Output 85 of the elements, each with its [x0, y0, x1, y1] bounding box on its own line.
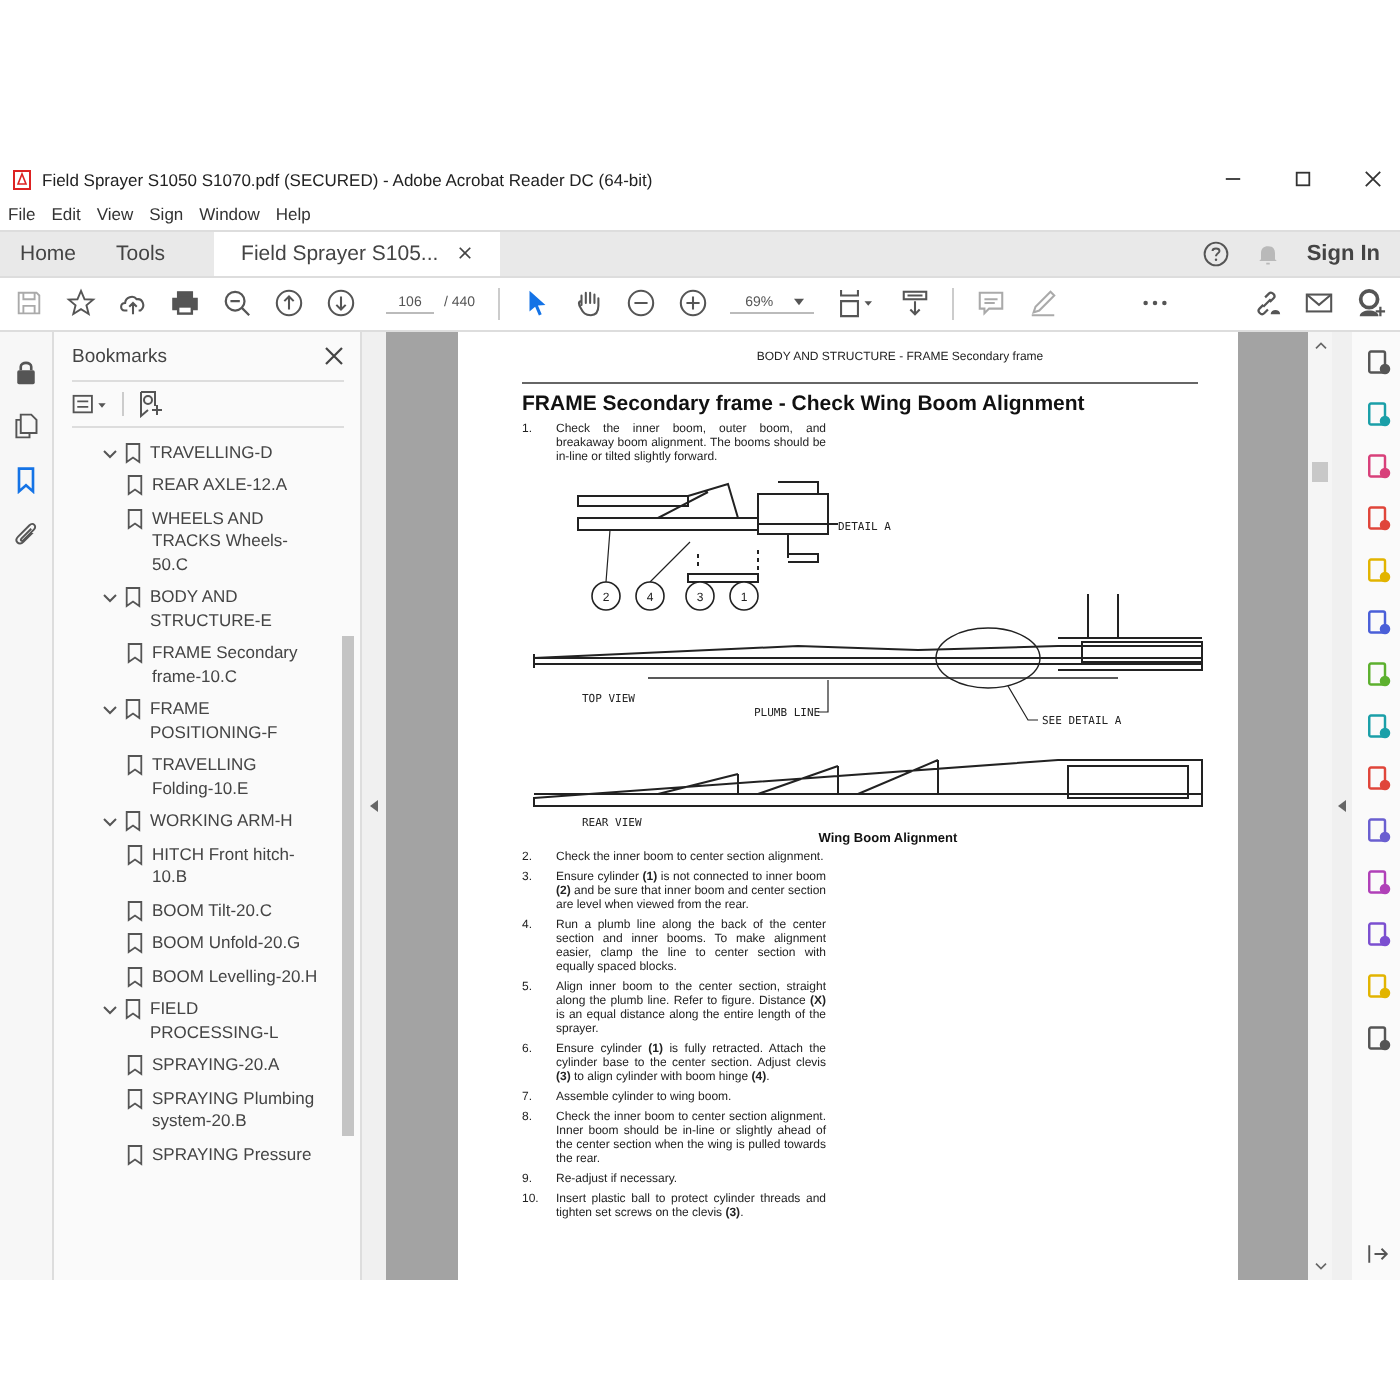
collapse-arrow-icon[interactable]	[1338, 800, 1346, 812]
bookmark-icon	[126, 507, 144, 529]
add-user-icon[interactable]	[1356, 288, 1387, 319]
chevron-icon[interactable]	[102, 590, 118, 606]
zoom-out-circle-icon[interactable]	[625, 288, 656, 319]
options-menu-icon[interactable]	[72, 393, 110, 415]
star-icon[interactable]	[66, 288, 96, 319]
pdf-file-icon	[12, 169, 32, 190]
bookmark-item[interactable]: FRAME Secondary frame-10.C	[126, 642, 318, 688]
menu-item[interactable]: View	[96, 204, 134, 225]
chevron-icon[interactable]	[102, 702, 118, 718]
document-icon[interactable]	[1363, 868, 1391, 896]
bookmark-item[interactable]: WHEELS AND TRACKS Wheels-50.C	[126, 507, 318, 576]
scrollbar[interactable]	[1308, 332, 1332, 1280]
tab[interactable]: Tools	[96, 231, 186, 276]
scroll-mode-icon[interactable]	[899, 288, 930, 319]
bookmark-icon	[124, 810, 142, 832]
help-icon[interactable]	[1202, 239, 1231, 268]
print-icon[interactable]	[170, 288, 200, 319]
bookmark-item[interactable]: TRAVELLING Folding-10.E	[126, 754, 318, 800]
pages-icon[interactable]	[12, 412, 40, 440]
bookmark-item[interactable]: BODY AND STRUCTURE-E	[124, 586, 320, 632]
bookmark-icon	[126, 1143, 144, 1165]
sign-in-button[interactable]: Sign In	[1298, 231, 1400, 276]
close-icon[interactable]	[324, 346, 344, 366]
zoom-in-circle-icon[interactable]	[677, 288, 708, 319]
bookmark-icon	[126, 965, 144, 987]
bookmark-icon[interactable]	[12, 466, 40, 494]
bookmark-icon	[126, 899, 144, 921]
menu-item[interactable]: Help	[275, 204, 311, 225]
tab[interactable]: Field Sprayer S105...	[213, 231, 501, 276]
panel-title: Bookmarks	[72, 345, 168, 367]
hand-icon[interactable]	[573, 288, 604, 319]
bookmark-item[interactable]: WORKING ARM-H	[124, 810, 320, 833]
paperclip-icon[interactable]	[12, 520, 40, 548]
bookmark-search-icon[interactable]	[136, 390, 164, 418]
menu-item[interactable]: Sign	[149, 204, 184, 225]
zoom-out-icon[interactable]	[222, 288, 252, 319]
bookmark-icon	[126, 1054, 144, 1076]
page-heading: FRAME Secondary frame - Check Wing Boom Alignment	[522, 392, 1087, 416]
chevron-icon[interactable]	[102, 814, 118, 830]
bookmark-icon	[124, 998, 142, 1020]
menu-item[interactable]: Window	[199, 204, 260, 225]
bookmark-item[interactable]: BOOM Tilt-20.C	[126, 899, 318, 922]
bookmark-item[interactable]: REAR AXLE-12.A	[126, 474, 318, 497]
bookmark-item[interactable]: SPRAYING Plumbing system-20.B	[126, 1087, 318, 1133]
scrollbar-thumb[interactable]	[1312, 462, 1328, 482]
bookmark-icon	[126, 932, 144, 954]
previous-page-icon[interactable]	[274, 288, 304, 319]
share-link-icon[interactable]	[1252, 288, 1283, 319]
bookmark-item[interactable]: SPRAYING-20.A	[126, 1054, 318, 1077]
bookmark-icon	[124, 698, 142, 720]
bookmark-icon	[126, 474, 144, 496]
chevron-icon[interactable]	[102, 445, 118, 461]
bookmark-item[interactable]: BOOM Levelling-20.H	[126, 965, 318, 988]
expand-panel-icon[interactable]	[1363, 1240, 1391, 1268]
scrollbar-thumb[interactable]	[342, 636, 354, 1136]
bookmark-item[interactable]: HITCH Front hitch-10.B	[126, 843, 318, 889]
bookmark-item[interactable]: SPRAYING Pressure	[126, 1143, 318, 1166]
bookmark-icon	[126, 1087, 144, 1109]
fit-page-icon[interactable]	[835, 288, 878, 319]
bookmark-icon	[126, 843, 144, 865]
bookmark-item[interactable]: BOOM Unfold-20.G	[126, 932, 318, 955]
bookmark-icon	[124, 586, 142, 608]
lock-icon[interactable]	[12, 358, 40, 386]
close-icon[interactable]	[458, 246, 473, 261]
close-icon[interactable]	[1364, 170, 1382, 189]
menu-item[interactable]: File	[8, 204, 36, 225]
scroll-down-icon[interactable]	[1313, 1262, 1327, 1272]
bookmark-icon	[126, 642, 144, 664]
menu-item[interactable]: Edit	[51, 204, 81, 225]
window-title: Field Sprayer S1050 S1070.pdf (SECURED) - Adobe Acrobat Reader DC (64-bit)	[42, 169, 653, 190]
caret-icon	[793, 298, 804, 307]
chevron-icon[interactable]	[102, 1002, 118, 1018]
tab[interactable]: Home	[0, 231, 97, 276]
document-badge-icon[interactable]	[1363, 712, 1391, 740]
bookmark-icon	[124, 441, 142, 463]
maximize-icon[interactable]	[1294, 170, 1312, 189]
bookmark-item[interactable]: FRAME POSITIONING-F	[124, 698, 320, 744]
bookmark-item[interactable]: FIELD PROCESSING-L	[124, 998, 320, 1044]
bookmark-item[interactable]: TRAVELLING-D	[124, 441, 320, 464]
collapse-arrow-icon[interactable]	[370, 800, 378, 812]
bookmark-icon	[126, 754, 144, 776]
next-page-icon[interactable]	[326, 288, 356, 319]
scroll-up-icon[interactable]	[1313, 340, 1327, 350]
